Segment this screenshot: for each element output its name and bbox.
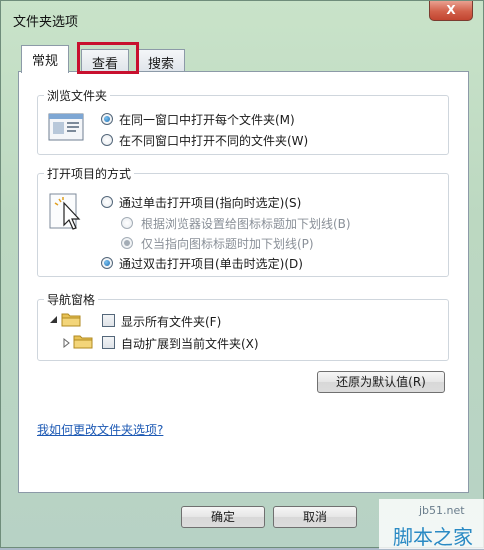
tab-general[interactable]: 常规 — [21, 45, 70, 73]
radio-same-window[interactable] — [101, 113, 113, 125]
option-underline-browser-label[interactable]: 根据浏览器设置给图标标题加下划线(B) — [141, 215, 351, 232]
cursor-click-icon — [49, 193, 89, 238]
click-items-label: 打开项目的方式 — [44, 165, 135, 182]
option-single-click-label[interactable]: 通过单击打开项目(指向时选定)(S) — [119, 194, 301, 211]
ok-button[interactable]: 确定 — [181, 506, 265, 528]
radio-underline-browser[interactable] — [121, 217, 133, 229]
option-double-click-label[interactable]: 通过双击打开项目(单击时选定)(D) — [119, 255, 303, 272]
folder-options-dialog: 文件夹选项 X 常规 查看 搜索 浏览文件夹 在同一窗口中打开每个文件夹(M) … — [0, 0, 484, 549]
window-title: 文件夹选项 — [13, 15, 79, 30]
close-button[interactable]: X — [429, 1, 473, 21]
help-link[interactable]: 我如何更改文件夹选项? — [37, 421, 163, 438]
restore-defaults-button[interactable]: 还原为默认值(R) — [317, 371, 445, 393]
option-auto-expand-label[interactable]: 自动扩展到当前文件夹(X) — [121, 335, 259, 352]
folder-icon — [73, 333, 93, 352]
radio-double-click[interactable] — [101, 257, 113, 269]
collapse-triangle-icon[interactable] — [63, 337, 71, 351]
radio-underline-point[interactable] — [121, 237, 133, 249]
option-underline-point-label[interactable]: 仅当指向图标标题时加下划线(P) — [141, 235, 314, 252]
checkbox-auto-expand[interactable] — [102, 336, 115, 349]
option-new-window-label[interactable]: 在不同窗口中打开不同的文件夹(W) — [119, 132, 308, 149]
tab-view-highlight — [77, 42, 139, 74]
checkbox-show-all-folders[interactable] — [102, 314, 115, 327]
radio-new-window[interactable] — [101, 134, 113, 146]
folder-icon — [61, 311, 81, 330]
expand-triangle-icon[interactable] — [49, 314, 59, 328]
navigation-pane-label: 导航窗格 — [44, 291, 99, 308]
tab-search[interactable]: 搜索 — [137, 49, 186, 72]
cancel-button[interactable]: 取消 — [273, 506, 357, 528]
radio-single-click[interactable] — [101, 196, 113, 208]
option-same-window-label[interactable]: 在同一窗口中打开每个文件夹(M) — [119, 111, 295, 128]
browse-folders-label: 浏览文件夹 — [44, 87, 111, 104]
folder-window-icon — [48, 113, 84, 144]
watermark-url: jb51.net — [419, 504, 465, 517]
watermark-text: 脚本之家 — [393, 525, 473, 549]
option-show-all-folders-label[interactable]: 显示所有文件夹(F) — [121, 313, 221, 330]
